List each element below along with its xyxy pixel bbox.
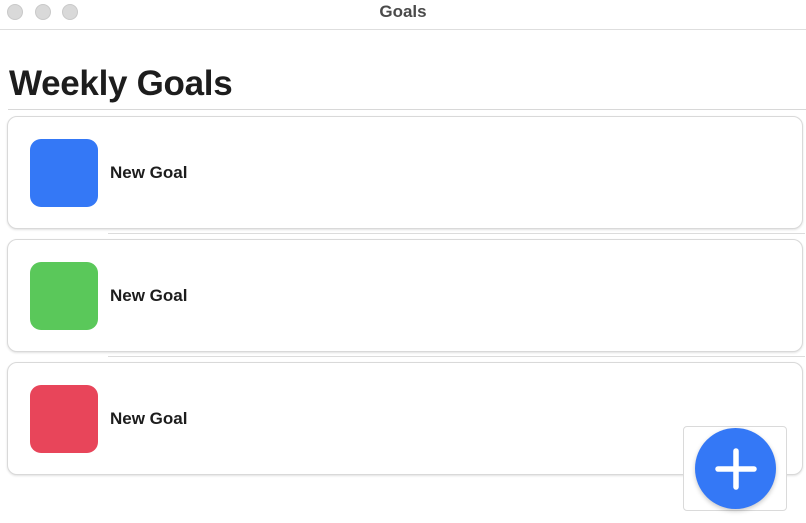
goal-label: New Goal	[110, 286, 188, 305]
goal-color-swatch	[30, 262, 98, 330]
heading-divider	[8, 109, 806, 110]
plus-icon	[714, 447, 757, 490]
row-divider	[108, 233, 805, 234]
row-divider	[108, 356, 805, 357]
goal-label: New Goal	[110, 163, 188, 182]
goal-color-swatch	[30, 139, 98, 207]
app-window: Goals Weekly Goals New Goal New Goal New…	[0, 0, 806, 523]
add-goal-button[interactable]	[695, 428, 776, 509]
goal-card[interactable]: New Goal	[7, 239, 805, 357]
goal-color-swatch	[30, 385, 98, 453]
page-title: Weekly Goals	[9, 64, 233, 103]
goal-label: New Goal	[110, 409, 188, 428]
goal-card[interactable]: New Goal	[7, 116, 805, 234]
window-title: Goals	[379, 2, 427, 21]
title-bar: Goals	[0, 0, 806, 30]
